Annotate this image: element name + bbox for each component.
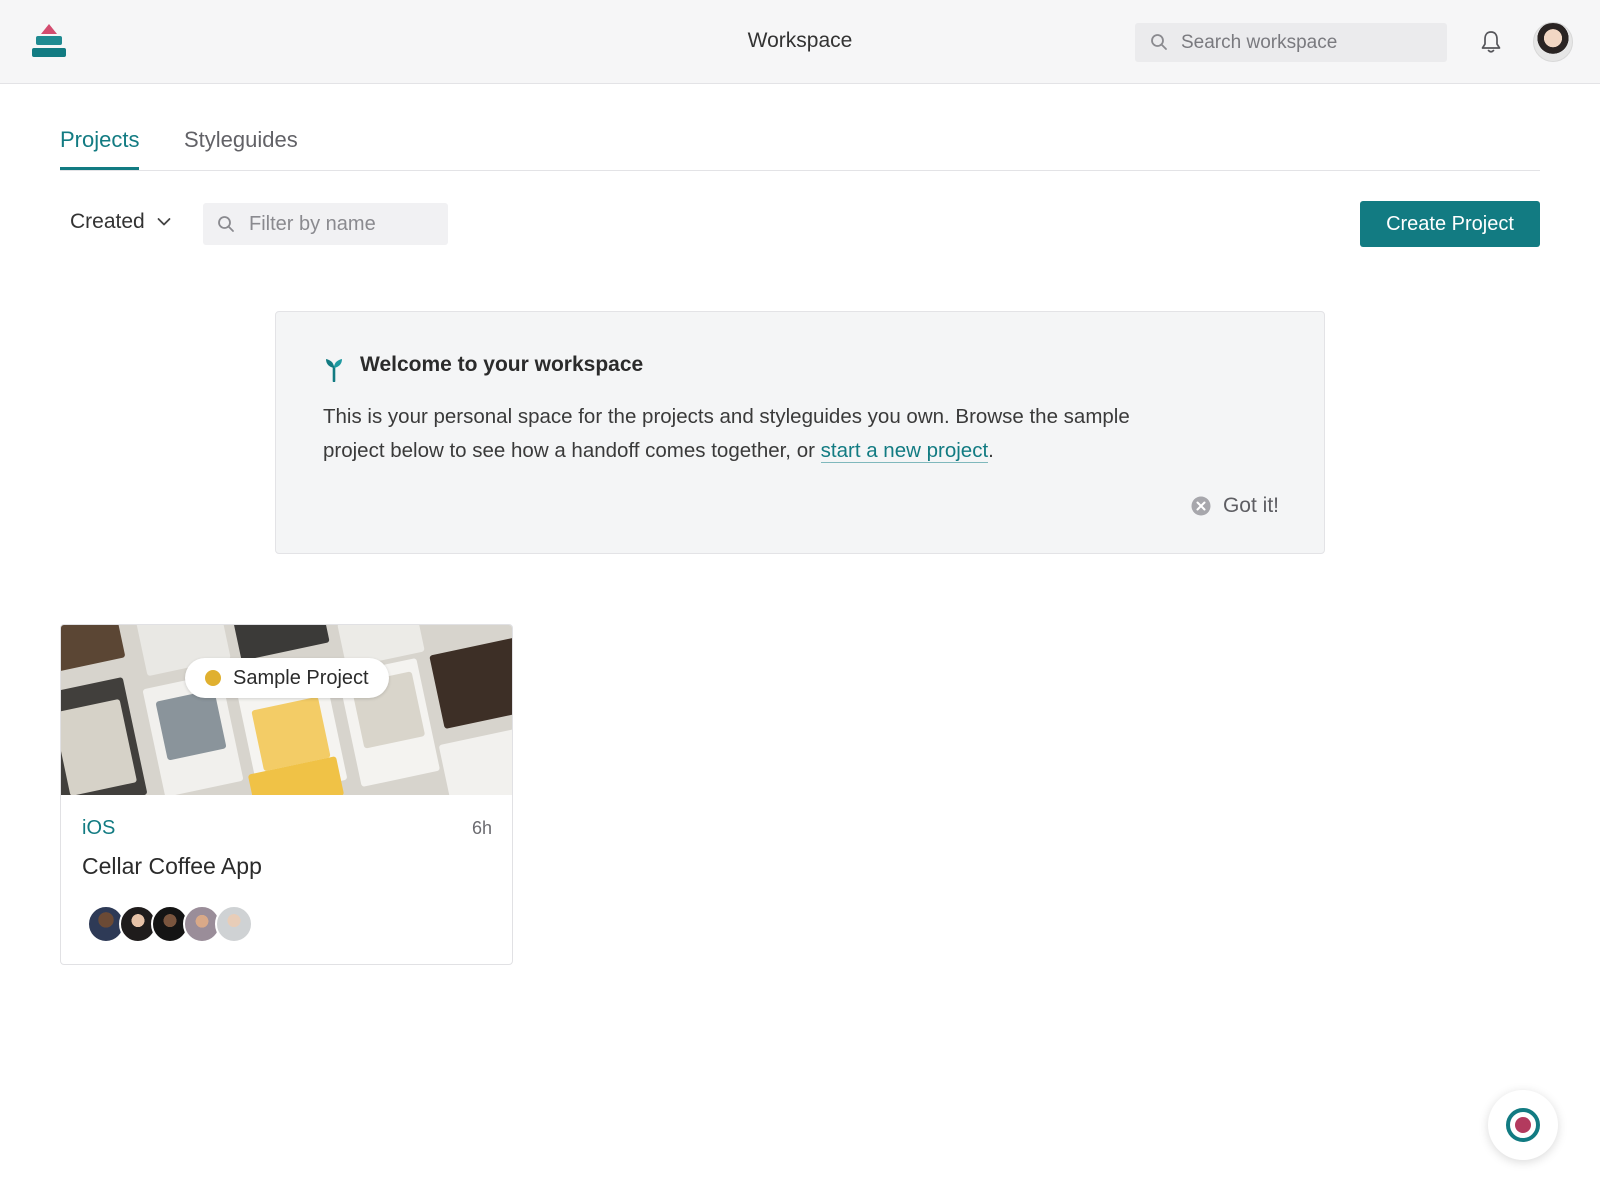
project-name: Cellar Coffee App [82,853,262,879]
status-dot [205,670,221,686]
sample-project-badge: Sample Project [185,658,389,698]
close-circle-icon [1191,496,1211,516]
project-thumbnail: Sample Project [61,625,512,795]
welcome-text: This is your personal space for the proj… [323,405,1130,462]
member-avatar[interactable] [215,905,253,943]
sort-dropdown[interactable]: Created [70,210,171,234]
dismiss-button[interactable]: Got it! [1191,494,1279,518]
tab-styleguides[interactable]: Styleguides [184,127,298,167]
search-input[interactable] [1179,23,1439,62]
badge-label: Sample Project [233,666,369,689]
sprout-icon [326,359,342,382]
project-age: 6h [471,818,492,838]
workspace-search[interactable] [1135,23,1447,62]
welcome-text-end: . [988,439,994,462]
start-new-project-link[interactable]: start a new project [820,439,989,463]
help-core-icon [1515,1117,1531,1133]
workspace-tabs: Projects Styleguides [60,118,1540,171]
sort-label: Created [70,210,145,233]
welcome-title: Welcome to your workspace [360,353,644,376]
bell-icon[interactable] [1479,29,1503,55]
search-icon [1151,34,1167,50]
user-avatar[interactable] [1533,22,1573,62]
top-bar: Workspace [0,0,1600,84]
chevron-down-icon [157,218,171,226]
help-button[interactable] [1488,1090,1558,1160]
filter-box[interactable] [203,203,448,245]
create-project-button[interactable]: Create Project [1360,201,1540,247]
dismiss-label: Got it! [1222,494,1279,517]
welcome-body: This is your personal space for the proj… [323,400,1193,468]
filter-input[interactable] [247,203,442,245]
project-card[interactable]: Sample Project iOS 6h Cellar Coffee App [60,624,513,965]
welcome-card: Welcome to your workspace This is your p… [275,311,1325,554]
search-icon [218,216,234,232]
tab-projects[interactable]: Projects [60,127,140,170]
project-platform: iOS [82,817,116,839]
